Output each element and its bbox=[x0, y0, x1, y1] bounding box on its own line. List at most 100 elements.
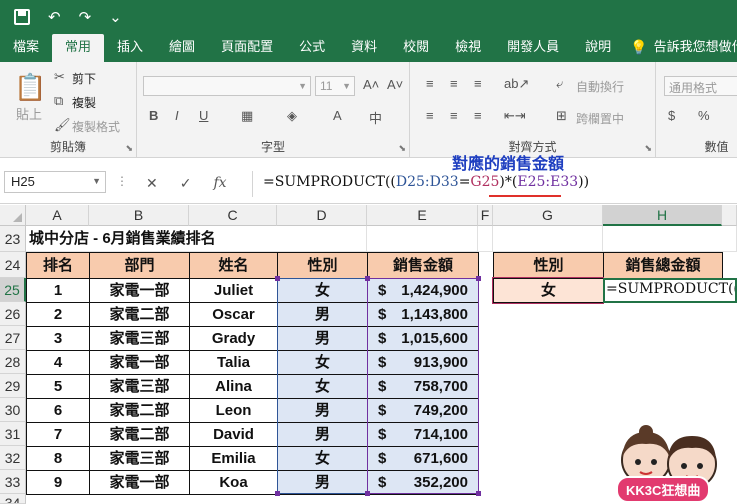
rank-cell[interactable]: 7 bbox=[26, 422, 90, 447]
format-painter-button[interactable]: 複製格式 bbox=[72, 118, 120, 135]
tab-home[interactable]: 常用 bbox=[52, 34, 105, 62]
dept-cell[interactable]: 家電一部 bbox=[89, 470, 190, 495]
merge-center-button[interactable]: 跨欄置中 bbox=[576, 110, 624, 127]
row-header-24[interactable]: 24 bbox=[0, 252, 26, 278]
col-header-b[interactable]: B bbox=[89, 205, 189, 226]
rank-cell[interactable]: 4 bbox=[26, 350, 90, 375]
bold-icon[interactable]: B bbox=[149, 108, 158, 123]
underline-icon[interactable]: U bbox=[199, 108, 208, 123]
col-header-e[interactable]: E bbox=[367, 205, 478, 226]
rank-cell[interactable]: 3 bbox=[26, 326, 90, 351]
range-handle[interactable] bbox=[275, 491, 280, 496]
indent-icon[interactable]: ⇤⇥ bbox=[504, 108, 526, 124]
font-color-icon[interactable]: A bbox=[333, 108, 342, 123]
name-cell[interactable]: Koa bbox=[189, 470, 278, 495]
row-header-30[interactable]: 30 bbox=[0, 398, 26, 422]
customize-qat-icon[interactable]: ⌄ bbox=[109, 8, 122, 26]
cell-empty[interactable] bbox=[603, 226, 737, 252]
cell-empty[interactable] bbox=[367, 226, 478, 252]
name-cell[interactable]: Leon bbox=[189, 398, 278, 423]
row-header-23[interactable]: 23 bbox=[0, 226, 26, 252]
dept-cell[interactable]: 家電一部 bbox=[89, 278, 190, 303]
undo-icon[interactable]: ↶ bbox=[48, 8, 61, 26]
lookup-header-total[interactable]: 銷售總金額 bbox=[603, 252, 723, 279]
tab-developer[interactable]: 開發人員 bbox=[494, 34, 572, 62]
tab-data[interactable]: 資料 bbox=[338, 34, 390, 62]
cut-button[interactable]: 剪下 bbox=[72, 70, 96, 87]
cell-empty[interactable] bbox=[493, 226, 603, 252]
copy-icon[interactable]: ⧉ bbox=[54, 93, 63, 109]
header-dept[interactable]: 部門 bbox=[89, 252, 190, 279]
row-header-27[interactable]: 27 bbox=[0, 326, 26, 350]
rank-cell[interactable]: 8 bbox=[26, 446, 90, 471]
merge-center-icon[interactable]: ⊞ bbox=[556, 108, 567, 124]
col-header-d[interactable]: D bbox=[277, 205, 367, 226]
align-left-icon[interactable]: ≡ bbox=[426, 108, 434, 123]
font-size-combo[interactable]: 11 ▼ bbox=[315, 76, 355, 96]
align-top-icon[interactable]: ≡ bbox=[426, 76, 434, 91]
sheet-title[interactable]: 城中分店 - 6月銷售業績排名 bbox=[26, 226, 326, 252]
tab-insert[interactable]: 插入 bbox=[104, 34, 156, 62]
tab-draw[interactable]: 繪圖 bbox=[156, 34, 208, 62]
name-cell[interactable]: David bbox=[189, 422, 278, 447]
tab-help[interactable]: 說明 bbox=[572, 34, 624, 62]
italic-icon[interactable]: I bbox=[175, 108, 179, 123]
format-painter-icon[interactable]: 🖌 bbox=[54, 117, 71, 133]
insert-function-icon[interactable]: fx bbox=[213, 175, 226, 191]
row-header-32[interactable]: 32 bbox=[0, 446, 26, 470]
wrap-text-icon[interactable]: ⤶ bbox=[556, 76, 563, 92]
rank-cell[interactable]: 1 bbox=[26, 278, 90, 303]
col-header-c[interactable]: C bbox=[189, 205, 277, 226]
increase-font-icon[interactable]: A˄ bbox=[363, 77, 379, 92]
select-all-corner[interactable] bbox=[0, 205, 26, 226]
percent-icon[interactable]: % bbox=[698, 108, 710, 123]
rank-cell[interactable]: 6 bbox=[26, 398, 90, 423]
redo-icon[interactable]: ↷ bbox=[79, 8, 92, 26]
wrap-text-button[interactable]: 自動換行 bbox=[576, 78, 624, 95]
name-cell[interactable]: Emilia bbox=[189, 446, 278, 471]
header-gender[interactable]: 性別 bbox=[277, 252, 368, 279]
cell-empty[interactable] bbox=[326, 226, 367, 252]
align-right-icon[interactable]: ≡ bbox=[474, 108, 482, 123]
orientation-icon[interactable]: ab↗ bbox=[504, 76, 529, 92]
row-header-31[interactable]: 31 bbox=[0, 422, 26, 446]
paste-button[interactable]: 貼上 bbox=[16, 104, 42, 123]
copy-button[interactable]: 複製 bbox=[72, 94, 96, 111]
clipboard-launcher-icon[interactable]: ⬊ bbox=[125, 143, 133, 154]
borders-icon[interactable]: ▦ bbox=[241, 108, 253, 124]
cell-empty[interactable] bbox=[478, 226, 493, 252]
rank-cell[interactable]: 5 bbox=[26, 374, 90, 399]
col-header-a[interactable]: A bbox=[26, 205, 89, 226]
paste-icon[interactable]: 📋 bbox=[14, 72, 46, 103]
lookup-header-gender[interactable]: 性別 bbox=[493, 252, 604, 279]
dept-cell[interactable]: 家電三部 bbox=[89, 374, 190, 399]
name-cell[interactable]: Alina bbox=[189, 374, 278, 399]
header-rank[interactable]: 排名 bbox=[26, 252, 90, 279]
alignment-launcher-icon[interactable]: ⬊ bbox=[644, 143, 652, 154]
decrease-font-icon[interactable]: A˅ bbox=[387, 77, 403, 92]
align-center-icon[interactable]: ≡ bbox=[450, 108, 458, 123]
row-header-29[interactable]: 29 bbox=[0, 374, 26, 398]
tab-view[interactable]: 檢視 bbox=[442, 34, 494, 62]
phonetic-icon[interactable]: 中 bbox=[369, 108, 382, 127]
align-bottom-icon[interactable]: ≡ bbox=[474, 76, 482, 91]
row-header-28[interactable]: 28 bbox=[0, 350, 26, 374]
col-header-h[interactable]: H bbox=[603, 205, 722, 226]
range-handle[interactable] bbox=[365, 491, 370, 496]
range-handle[interactable] bbox=[476, 491, 481, 496]
tell-me-search[interactable]: 告訴我您想做什 bbox=[648, 34, 737, 62]
col-header-next[interactable] bbox=[722, 205, 737, 226]
name-cell[interactable]: Juliet bbox=[189, 278, 278, 303]
align-middle-icon[interactable]: ≡ bbox=[450, 76, 458, 91]
rank-cell[interactable]: 2 bbox=[26, 302, 90, 327]
name-box[interactable]: H25 ▼ bbox=[4, 171, 106, 193]
header-sales[interactable]: 銷售金額 bbox=[367, 252, 479, 279]
header-name[interactable]: 姓名 bbox=[189, 252, 278, 279]
row-header-33[interactable]: 33 bbox=[0, 470, 26, 494]
cancel-icon[interactable]: ✕ bbox=[146, 175, 158, 192]
dept-cell[interactable]: 家電二部 bbox=[89, 422, 190, 447]
tab-page-layout[interactable]: 頁面配置 bbox=[208, 34, 286, 62]
col-header-g[interactable]: G bbox=[493, 205, 603, 226]
range-handle[interactable] bbox=[365, 276, 370, 281]
number-format-combo[interactable]: 通用格式 bbox=[664, 76, 737, 96]
